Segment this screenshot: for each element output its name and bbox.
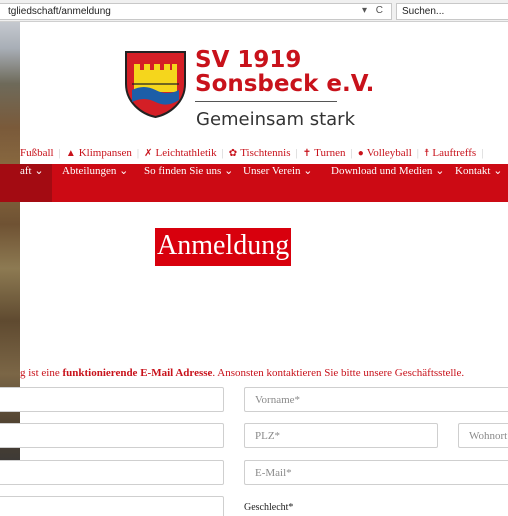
nachname-field[interactable] (0, 387, 224, 412)
main-nav: aft ⌄ Abteilungen ⌄ So finden Sie uns ⌄ … (0, 164, 508, 202)
browser-search-placeholder: Suchen... (402, 6, 445, 17)
strasse-field[interactable] (0, 423, 224, 448)
chevron-down-icon: ⌄ (493, 165, 503, 177)
browser-toolbar: tgliedschaft/anmeldung ▾ C Suchen... (0, 0, 508, 22)
divider: | (221, 147, 224, 159)
divider: | (350, 147, 353, 159)
strasse-input[interactable] (0, 424, 223, 447)
club-crest-logo[interactable] (124, 50, 187, 118)
divider: | (416, 147, 419, 159)
nav-label: Unser Verein (243, 165, 301, 177)
volleyball-icon: ● (357, 147, 364, 159)
club-name-line1: SV 1919 (195, 47, 302, 73)
vorname-input[interactable] (245, 388, 508, 411)
nav-label: Abteilungen (62, 165, 117, 177)
sport-label: Volleyball (366, 147, 412, 159)
club-name-line2: Sonsbeck e.V. (195, 71, 375, 97)
sport-label: Tischtennis (240, 147, 291, 159)
sport-link-klimpansen[interactable]: ▲ Klimpansen (66, 147, 132, 159)
sport-link-tischtennis[interactable]: ✿ Tischtennis (229, 147, 291, 159)
sport-link-turnen[interactable]: ✝ Turnen (303, 147, 346, 159)
wohnort-input[interactable] (459, 424, 508, 447)
page-title: Anmeldung (155, 228, 292, 266)
geburtsdatum-field[interactable] (0, 496, 224, 516)
wohnort-field[interactable] (458, 423, 508, 448)
email-notice: g ist eine funktionierende E-Mail Adress… (20, 367, 464, 379)
chevron-down-icon: ⌄ (119, 165, 129, 177)
nav-item-so-finden-sie-uns[interactable]: So finden Sie uns ⌄ (144, 164, 233, 202)
gender-label: Geschlecht* (244, 502, 294, 513)
plz-input[interactable] (245, 424, 437, 447)
chevron-down-icon: ⌄ (303, 165, 313, 177)
chevron-down-icon: ⌄ (34, 165, 44, 177)
address-bar[interactable]: tgliedschaft/anmeldung ▾ C (0, 3, 392, 20)
nav-item-abteilungen[interactable]: Abteilungen ⌄ (62, 164, 128, 202)
club-name[interactable]: SV 1919 Sonsbeck e.V. (195, 48, 374, 96)
email-input[interactable] (245, 461, 508, 484)
browser-search-box[interactable]: Suchen... (396, 3, 508, 20)
sport-label: Fußball (20, 147, 54, 159)
nav-label: aft (20, 165, 32, 177)
vorname-field[interactable] (244, 387, 508, 412)
nav-label: Kontakt (455, 165, 491, 177)
table-tennis-icon: ✿ (228, 147, 238, 159)
nav-item-mitgliedschaft[interactable]: aft ⌄ (0, 164, 52, 202)
logo-divider (195, 101, 337, 102)
sport-link-fussball[interactable]: Fußball (20, 147, 54, 159)
notice-prefix: g ist eine (20, 367, 63, 379)
runner-icon: ✗ (144, 147, 153, 159)
sport-link-leichtathletik[interactable]: ✗ Leichtathletik (144, 147, 216, 159)
sport-label: Klimpansen (78, 147, 132, 159)
divider: | (295, 147, 298, 159)
address-url: tgliedschaft/anmeldung (8, 6, 111, 17)
sport-links-bar: Fußball | ▲ Klimpansen | ✗ Leichtathletik … (20, 145, 488, 161)
sport-link-lauftreffs[interactable]: ☨ Lauftreffs (424, 147, 476, 159)
divider: | (136, 147, 140, 159)
divider: | (58, 147, 61, 159)
nav-label: Download und Medien (331, 165, 433, 177)
divider: | (481, 147, 484, 159)
chevron-down-icon: ⌄ (224, 165, 234, 177)
telefon-input[interactable] (0, 461, 223, 484)
gymnast-icon: ✝ (302, 147, 312, 159)
dropdown-arrow-icon[interactable]: ▾ (362, 5, 367, 16)
nav-item-download-und-medien[interactable]: Download und Medien ⌄ (331, 164, 444, 202)
nav-label: So finden Sie uns (144, 165, 222, 177)
notice-suffix: . Ansonsten kontaktieren Sie bitte unser… (212, 367, 465, 379)
sport-link-volleyball[interactable]: ● Volleyball (358, 147, 412, 159)
telefon-field[interactable] (0, 460, 224, 485)
nachname-input[interactable] (0, 388, 223, 411)
sport-label: Leichtathletik (155, 147, 217, 159)
sport-label: Turnen (314, 147, 346, 159)
email-field[interactable] (244, 460, 508, 485)
address-controls: ▾ C (356, 5, 383, 16)
nav-item-unser-verein[interactable]: Unser Verein ⌄ (243, 164, 313, 202)
geburtsdatum-input[interactable] (0, 497, 223, 516)
mountain-icon: ▲ (65, 147, 76, 159)
jogger-icon: ☨ (423, 147, 430, 159)
nav-item-kontakt[interactable]: Kontakt ⌄ (455, 164, 502, 202)
sport-label: Lauftreffs (432, 147, 477, 159)
notice-emphasis: funktionierende E-Mail Adresse (62, 367, 213, 379)
chevron-down-icon: ⌄ (435, 165, 445, 177)
refresh-icon[interactable]: C (376, 5, 383, 16)
plz-field[interactable] (244, 423, 438, 448)
club-slogan: Gemeinsam stark (196, 109, 355, 130)
